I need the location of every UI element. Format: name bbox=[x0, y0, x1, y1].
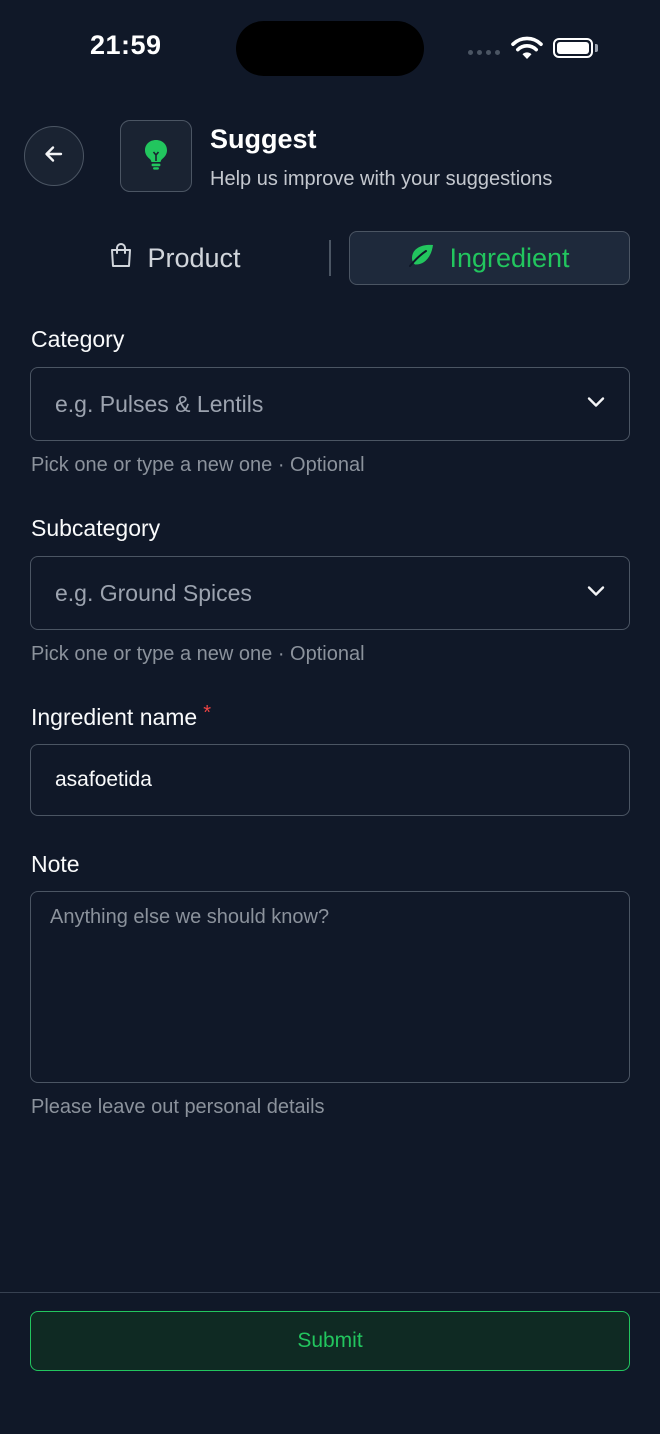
status-time: 21:59 bbox=[90, 30, 162, 60]
tab-product-label: Product bbox=[147, 242, 241, 273]
ingredient-name-value: asafoetida bbox=[55, 768, 152, 791]
note-helper: Please leave out personal details bbox=[31, 1096, 325, 1118]
subcategory-helper: Pick one or type a new one · Optional bbox=[31, 643, 365, 665]
subcategory-select[interactable]: e.g. Ground Spices bbox=[30, 556, 630, 630]
leaf-icon bbox=[409, 243, 435, 274]
chevron-down-icon bbox=[587, 395, 605, 413]
chevron-down-icon bbox=[587, 584, 605, 602]
arrow-left-icon bbox=[43, 143, 65, 170]
dynamic-island bbox=[236, 21, 424, 76]
ingredient-name-label-text: Ingredient name bbox=[31, 704, 198, 730]
submit-button[interactable]: Submit bbox=[30, 1311, 630, 1371]
subcategory-placeholder: e.g. Ground Spices bbox=[55, 579, 252, 606]
battery-icon bbox=[553, 38, 593, 58]
page-title: Suggest bbox=[210, 124, 317, 154]
tab-ingredient-label: Ingredient bbox=[449, 242, 570, 273]
back-button[interactable] bbox=[24, 126, 84, 186]
ingredient-name-input[interactable]: asafoetida bbox=[30, 744, 630, 816]
ingredient-name-label: Ingredient name * bbox=[31, 702, 212, 731]
category-label: Category bbox=[31, 326, 125, 352]
note-placeholder: Anything else we should know? bbox=[50, 906, 330, 928]
wifi-icon bbox=[510, 35, 544, 66]
required-marker: * bbox=[203, 702, 212, 724]
suggest-logo bbox=[120, 120, 192, 192]
subcategory-label: Subcategory bbox=[31, 515, 161, 541]
cellular-signal-icon bbox=[468, 50, 500, 55]
category-select[interactable]: e.g. Pulses & Lentils bbox=[30, 367, 630, 441]
category-placeholder: e.g. Pulses & Lentils bbox=[55, 390, 264, 417]
tab-divider bbox=[329, 240, 331, 276]
tab-ingredient[interactable]: Ingredient bbox=[349, 231, 630, 285]
shopping-bag-icon bbox=[109, 242, 133, 275]
tab-product[interactable]: Product bbox=[30, 232, 320, 284]
footer-divider bbox=[0, 1292, 660, 1293]
category-helper: Pick one or type a new one · Optional bbox=[31, 454, 365, 476]
note-label: Note bbox=[31, 851, 80, 877]
page-subtitle: Help us improve with your suggestions bbox=[210, 168, 553, 190]
lightbulb-icon bbox=[143, 138, 169, 175]
battery-tip bbox=[595, 44, 598, 52]
note-textarea[interactable]: Anything else we should know? bbox=[30, 891, 630, 1083]
